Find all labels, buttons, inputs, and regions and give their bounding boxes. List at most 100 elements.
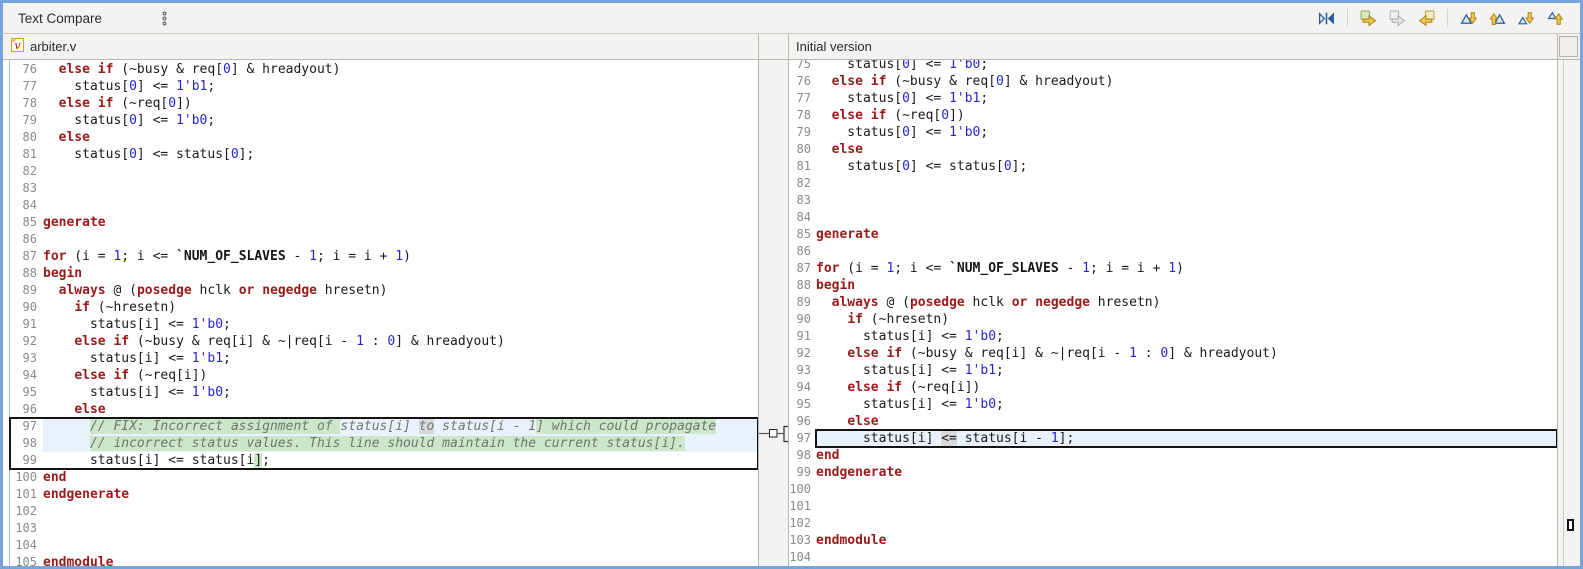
left-code-pane[interactable]: 76 else if (~busy & req[0] & hreadyout) 7… [3,60,758,566]
copy-current-change-from-right-to-left-button[interactable] [1414,7,1439,30]
code-line[interactable]: 79 status[0] <= 1'b0; [10,112,758,129]
code-line[interactable]: 91 status[i] <= 1'b0; [789,328,1557,345]
code-line[interactable]: 92 else if (~busy & req[i] & ~|req[i - 1… [10,333,758,350]
code-line[interactable]: 90 if (~hresetn) [10,299,758,316]
code-line[interactable]: 94 else if (~req[i]) [789,379,1557,396]
code-text: else [816,141,1557,158]
code-line[interactable]: 88 begin [789,277,1557,294]
line-number: 76 [796,74,811,88]
code-line[interactable]: 88 begin [10,265,758,282]
code-line[interactable]: 104 [789,549,1557,566]
code-line[interactable]: 94 else if (~req[i]) [10,367,758,384]
view-menu-icon[interactable] [160,10,169,27]
code-line[interactable]: 84 [10,197,758,214]
code-line[interactable]: 89 always @ (posedge hclk or negedge hre… [10,282,758,299]
line-number: 86 [22,232,37,246]
code-line[interactable]: 83 [10,180,758,197]
code-line[interactable]: 95 status[i] <= 1'b0; [789,396,1557,413]
code-line[interactable]: 79 status[0] <= 1'b0; [789,124,1557,141]
code-line[interactable]: 78 else if (~req[0]) [10,95,758,112]
code-line[interactable]: 82 [789,175,1557,192]
code-line[interactable]: 92 else if (~busy & req[i] & ~|req[i - 1… [789,345,1557,362]
line-number: 75 [796,60,811,71]
code-line[interactable]: 104 [10,537,758,554]
previous-difference-button[interactable] [1485,7,1510,30]
code-line[interactable]: 86 [10,231,758,248]
code-line[interactable]: 81 status[0] <= status[0]; [789,158,1557,175]
code-line[interactable]: 102 [789,515,1557,532]
line-number: 96 [796,414,811,428]
token: 0 [129,147,137,162]
code-text: status[0] <= 1'b0; [816,124,1557,141]
next-change-button[interactable] [1514,7,1539,30]
overview-ruler-header[interactable] [1557,34,1580,59]
code-line[interactable]: 75 status[0] <= 1'b0; [789,60,1557,73]
token: 1'b1 [191,351,224,366]
code-line[interactable]: 97 status[i] <= status[i - 1]; [789,429,1557,448]
token: (~hresetn) [862,312,950,327]
line-number: 83 [796,193,811,207]
code-line[interactable]: 100 [789,481,1557,498]
code-line[interactable]: 95 status[i] <= 1'b0; [10,384,758,401]
code-line[interactable]: 96 else [10,401,758,418]
left-annotation-ruler [3,60,10,566]
overview-diff-marker[interactable] [1567,519,1574,531]
code-line[interactable]: 101 endgenerate [10,486,758,503]
code-line[interactable]: 87 for (i = 1 ; i <= `NUM_OF_SLAVES - 1; i… [10,248,758,265]
code-line[interactable]: 99 endgenerate [789,464,1557,481]
code-line[interactable]: 103 [10,520,758,537]
token: <= [941,431,957,446]
code-line[interactable]: 93 status[i] <= 1'b1; [789,362,1557,379]
code-line[interactable]: 77 status[0] <= 1'b1; [10,78,758,95]
code-line[interactable]: 90 if (~hresetn) [789,311,1557,328]
right-code-pane[interactable]: 75 status[0] <= 1'b0; 76 else if (~busy &… [789,60,1557,566]
code-line[interactable]: 96 else [789,413,1557,430]
code-line[interactable]: 80 else [10,129,758,146]
token: ; [996,363,1004,378]
code-line[interactable]: 83 [789,192,1557,209]
overview-ruler[interactable] [1557,60,1580,566]
code-line[interactable]: 86 [789,243,1557,260]
previous-change-button[interactable] [1543,7,1568,30]
left-selected-diff-block[interactable]: 97 // FIX: Incorrect assignment of statu… [9,417,758,470]
token: end [43,470,67,485]
token: 1 [356,334,364,349]
code-line[interactable]: 99 status[i] <= status[i]; [10,452,758,469]
code-line[interactable]: 105 endmodule [10,554,758,566]
token: ] <= status[ [909,159,1004,174]
code-line[interactable]: 87 for (i = 1 ; i <= `NUM_OF_SLAVES - 1; i… [789,260,1557,277]
left-code-lines[interactable]: 76 else if (~busy & req[0] & hreadyout) 7… [9,60,758,566]
code-text: else if (~req[i]) [816,379,1557,396]
code-line[interactable]: 76 else if (~busy & req[0] & hreadyout) [789,73,1557,90]
code-line[interactable]: 81 status[0] <= status[0]; [10,146,758,163]
line-number: 103 [15,521,37,535]
code-line[interactable]: 77 status[0] <= 1'b1; [789,90,1557,107]
swap-left-and-right-button[interactable] [1314,7,1339,30]
code-line[interactable]: 89 always @ (posedge hclk or negedge hre… [789,294,1557,311]
code-line[interactable]: 76 else if (~busy & req[0] & hreadyout) [10,61,758,78]
code-line[interactable]: 85 generate [10,214,758,231]
copy-all-from-left-to-right-button[interactable] [1356,7,1381,30]
right-code-lines[interactable]: 75 status[0] <= 1'b0; 76 else if (~busy &… [789,60,1557,566]
code-line[interactable]: 85 generate [789,226,1557,243]
token: 0 [941,108,950,123]
code-line[interactable]: 78 else if (~req[0]) [789,107,1557,124]
code-line[interactable]: 100 end [10,469,758,486]
code-line[interactable]: 84 [789,209,1557,226]
code-line[interactable]: 101 [789,498,1557,515]
code-line[interactable]: 98 end [789,447,1557,464]
code-line[interactable]: 82 [10,163,758,180]
code-line[interactable]: 80 else [789,141,1557,158]
code-line[interactable]: 91 status[i] <= 1'b0; [10,316,758,333]
next-difference-button[interactable] [1456,7,1481,30]
code-line[interactable]: 98 // incorrect status values. This line… [10,435,758,452]
code-line[interactable]: 93 status[i] <= 1'b1; [10,350,758,367]
code-line[interactable]: 102 [10,503,758,520]
code-line[interactable]: 103 endmodule [789,532,1557,549]
code-line[interactable]: 97 // FIX: Incorrect assignment of statu… [10,418,758,435]
diff-connector-handle[interactable] [769,429,778,438]
